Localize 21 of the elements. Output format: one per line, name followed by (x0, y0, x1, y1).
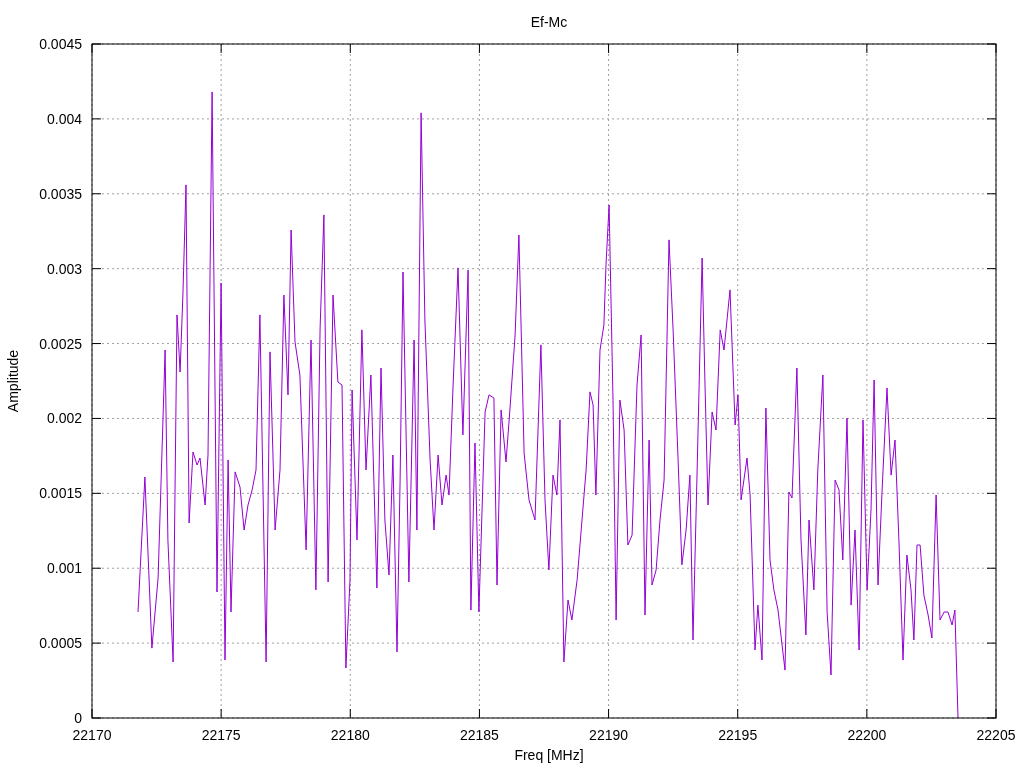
tick-label: 22205 (976, 727, 1016, 743)
tick-label: 0.0015 (39, 485, 82, 502)
tick-label: 0.0025 (39, 335, 82, 352)
tick-label: 0.002 (46, 410, 82, 427)
axis-label: Freq [MHz] (514, 747, 584, 763)
tick-label: 0 (74, 710, 82, 726)
tick-label: 22195 (718, 727, 758, 743)
chart-title: Ef-Mc (530, 14, 568, 30)
tick-label: 22180 (330, 727, 370, 743)
tick-label: 0.001 (46, 560, 82, 577)
tick-label: 0.0045 (39, 36, 82, 52)
axis-label: Amplitude (5, 349, 21, 413)
tick-label: 22175 (201, 727, 241, 743)
tick-label: 22185 (459, 727, 499, 743)
tick-label: 22170 (72, 727, 112, 743)
tick-label: 22200 (847, 727, 887, 743)
tick-label: 22190 (589, 727, 629, 743)
tick-label: 0.004 (46, 110, 82, 127)
tick-label: 0.003 (46, 260, 82, 277)
tick-label: 0.0035 (39, 185, 82, 202)
tick-label: 0.0005 (39, 635, 82, 652)
